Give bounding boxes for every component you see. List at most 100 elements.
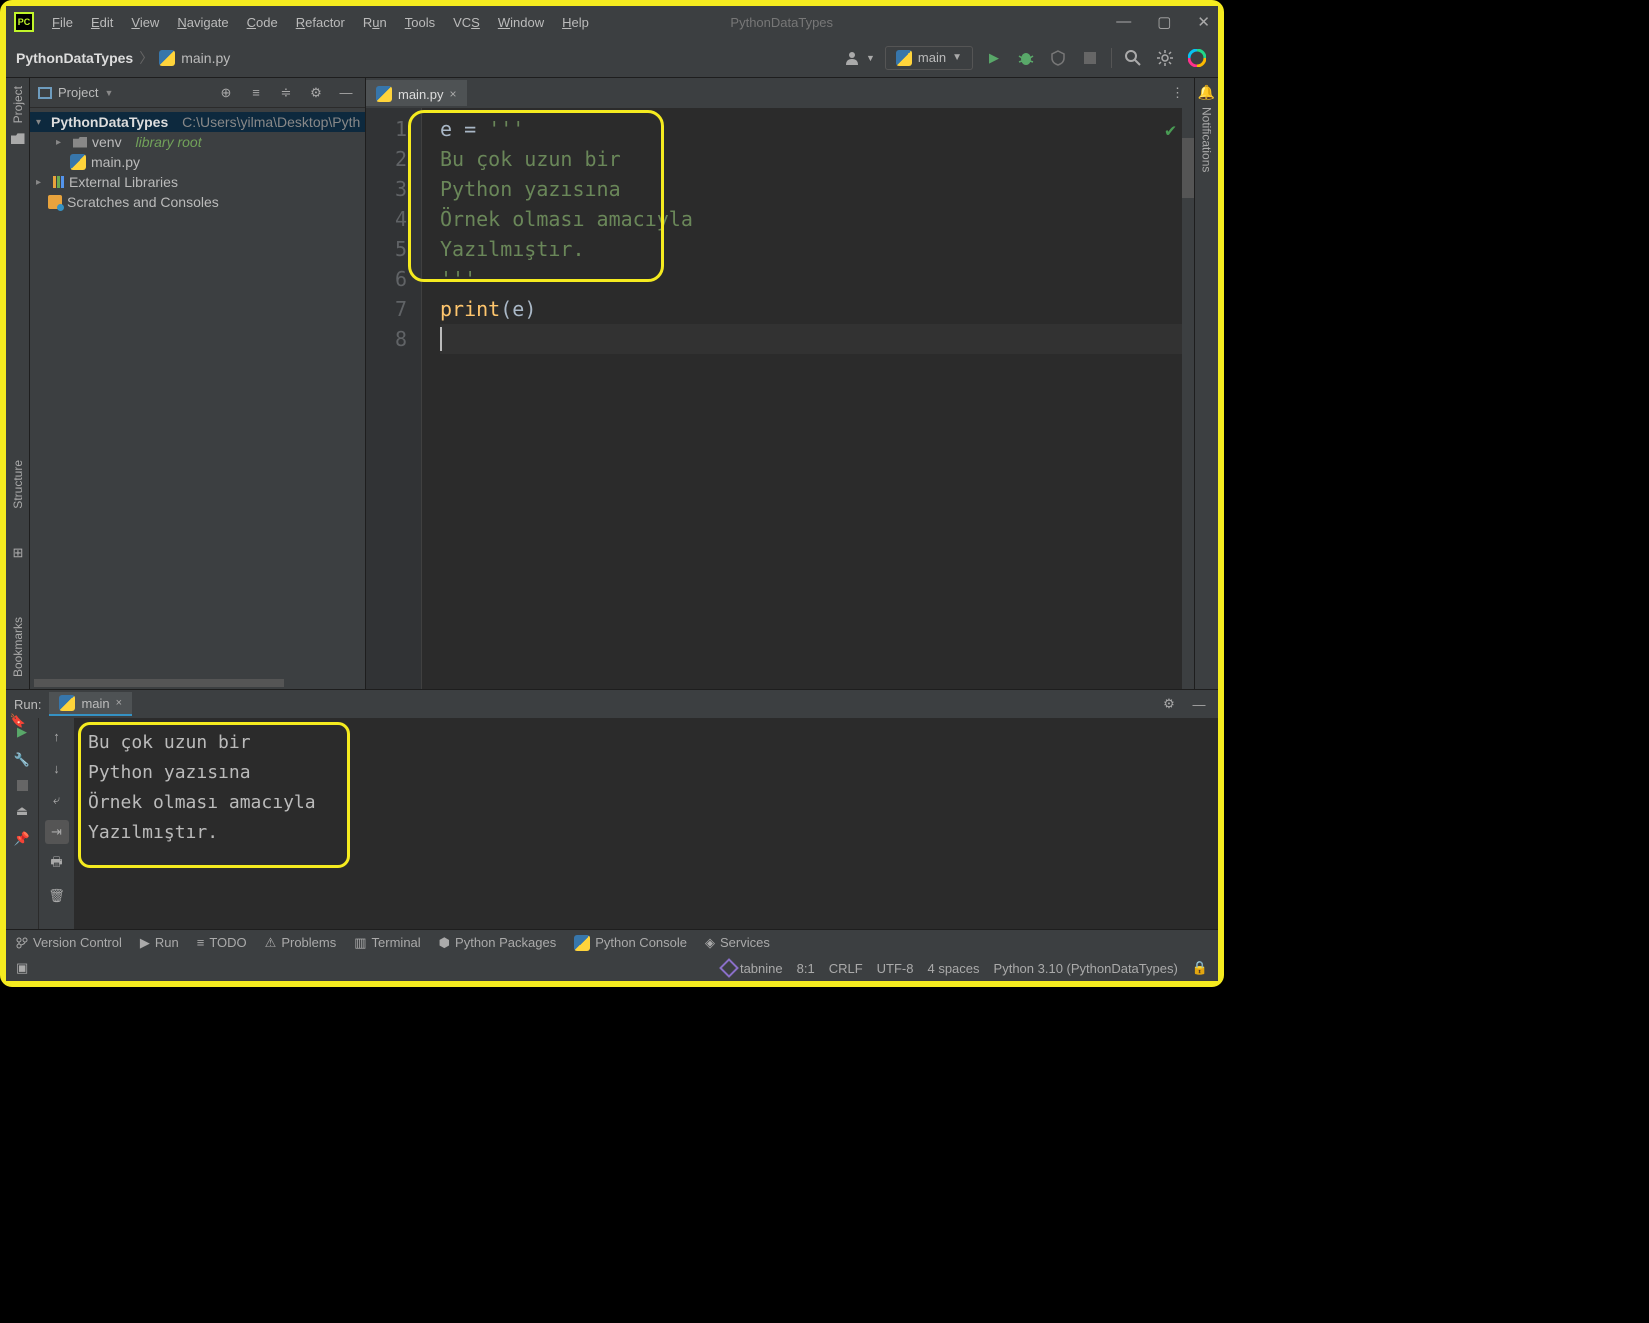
navigation-bar: PythonDataTypes 〉 main.py ▼ main ▼ ▶: [6, 38, 1218, 78]
down-stack-button[interactable]: ↓: [45, 756, 69, 780]
breadcrumb-file[interactable]: main.py: [181, 50, 230, 66]
maximize-button[interactable]: ▢: [1157, 13, 1171, 31]
tree-scratches[interactable]: Scratches and Consoles: [30, 192, 365, 212]
run-tool-window: Run: main × ⚙ — ▶ 🔧 ⏏ 📌 ↑ ↓ ⤶ ⇥: [6, 689, 1218, 929]
hide-panel-button[interactable]: —: [335, 85, 357, 100]
tool-windows-icon[interactable]: ▣: [16, 960, 28, 976]
menu-help[interactable]: Help: [562, 15, 589, 30]
notifications-tool-button[interactable]: Notifications: [1200, 107, 1214, 172]
editor-scrollbar[interactable]: [1182, 108, 1194, 689]
run-with-coverage-button[interactable]: [1047, 47, 1069, 69]
breadcrumb: PythonDataTypes 〉 main.py: [16, 48, 230, 68]
debug-button[interactable]: [1015, 47, 1037, 69]
search-everywhere-button[interactable]: [1122, 47, 1144, 69]
todo-tool-button[interactable]: ≡ TODO: [197, 935, 247, 950]
jetbrains-toolbox-icon[interactable]: [1186, 47, 1208, 69]
title-bar: PC File Edit View Navigate Code Refactor…: [6, 6, 1218, 38]
python-file-icon: [159, 50, 175, 66]
python-packages-button[interactable]: ⬢ Python Packages: [439, 935, 557, 951]
lock-icon[interactable]: 🔒: [1192, 960, 1208, 976]
menu-tools[interactable]: Tools: [405, 15, 435, 30]
right-tool-rail: 🔔 Notifications: [1194, 78, 1218, 689]
editor-tab-options[interactable]: ⋮: [1171, 85, 1184, 101]
settings-button[interactable]: [1154, 47, 1176, 69]
menu-file[interactable]: File: [52, 15, 73, 30]
soft-wrap-button[interactable]: ⤶: [45, 788, 69, 812]
file-encoding[interactable]: UTF-8: [877, 961, 914, 976]
tree-external-libraries[interactable]: ▸ External Libraries: [30, 172, 365, 192]
project-tool-button[interactable]: Project: [11, 86, 25, 123]
run-console-output[interactable]: Bu çok uzun bir Python yazısına Örnek ol…: [74, 718, 1218, 929]
menu-view[interactable]: View: [131, 15, 159, 30]
editor-tab-main[interactable]: main.py ×: [366, 80, 467, 106]
close-icon[interactable]: ×: [116, 697, 122, 709]
problems-tool-button[interactable]: ⚠ Problems: [265, 935, 337, 951]
menu-code[interactable]: Code: [247, 15, 278, 30]
minimize-button[interactable]: —: [1116, 13, 1131, 31]
menu-bar: File Edit View Navigate Code Refactor Ru…: [52, 15, 589, 30]
scratches-icon: [48, 195, 62, 209]
exit-button[interactable]: ⏏: [16, 803, 28, 819]
python-icon: [896, 50, 912, 66]
tabnine-widget[interactable]: tabnine: [722, 961, 783, 976]
panel-settings-button[interactable]: ⚙: [305, 85, 327, 101]
up-stack-button[interactable]: ↑: [45, 724, 69, 748]
scroll-to-end-button[interactable]: ⇥: [45, 820, 69, 844]
user-dropdown[interactable]: ▼: [845, 51, 875, 65]
interpreter-widget[interactable]: Python 3.10 (PythonDataTypes): [994, 961, 1178, 976]
menu-edit[interactable]: Edit: [91, 15, 113, 30]
print-button[interactable]: 🖶: [45, 852, 69, 876]
wrench-icon[interactable]: 🔧: [14, 752, 30, 768]
gutter: 12345678: [366, 108, 422, 689]
breadcrumb-root[interactable]: PythonDataTypes: [16, 50, 133, 66]
pin-button[interactable]: 📌: [14, 831, 30, 847]
bookmark-icon[interactable]: 🔖: [10, 713, 26, 729]
pycharm-icon: PC: [14, 12, 34, 32]
structure-tool-button[interactable]: Structure: [11, 460, 25, 509]
run-tool-button[interactable]: ▶ Run: [140, 935, 179, 951]
scrollbar-horizontal[interactable]: [34, 679, 284, 687]
tree-main-py[interactable]: main.py: [30, 152, 365, 172]
menu-window[interactable]: Window: [498, 15, 544, 30]
collapse-all-button[interactable]: ≑: [275, 85, 297, 101]
code-editor[interactable]: 12345678 ✔ e = ''' Bu çok uzun bir Pytho…: [366, 108, 1194, 689]
inspection-ok-icon[interactable]: ✔: [1165, 116, 1176, 146]
python-file-icon: [376, 86, 392, 102]
project-panel: Project ▼ ⊕ ≡ ≑ ⚙ — ▾ PythonDataTypes C:…: [30, 78, 366, 689]
stop-button[interactable]: [1079, 47, 1101, 69]
run-tab-main[interactable]: main ×: [49, 692, 132, 716]
bookmarks-tool-button[interactable]: Bookmarks: [11, 617, 25, 677]
close-tab-icon[interactable]: ×: [450, 87, 457, 101]
libraries-icon: [53, 176, 64, 188]
bottom-tool-bar: Version Control ▶ Run ≡ TODO ⚠ Problems …: [6, 929, 1218, 955]
run-button[interactable]: ▶: [983, 47, 1005, 69]
menu-run[interactable]: Run: [363, 15, 387, 30]
close-button[interactable]: ✕: [1197, 13, 1210, 31]
project-view-selector[interactable]: Project ▼: [38, 85, 113, 100]
menu-vcs[interactable]: VCS: [453, 15, 480, 30]
version-control-button[interactable]: Version Control: [16, 935, 122, 950]
select-opened-file-button[interactable]: ⊕: [215, 85, 237, 101]
python-console-button[interactable]: Python Console: [574, 935, 687, 951]
structure-icon[interactable]: ⊞: [13, 545, 24, 561]
expand-all-button[interactable]: ≡: [245, 85, 267, 100]
run-config-selector[interactable]: main ▼: [885, 46, 973, 70]
run-settings-button[interactable]: ⚙: [1158, 693, 1180, 715]
tree-venv[interactable]: ▸ venv library root: [30, 132, 365, 152]
python-icon: [59, 695, 75, 711]
folder-icon: [73, 137, 87, 148]
clear-all-button[interactable]: 🗑: [45, 884, 69, 908]
folder-icon[interactable]: [11, 133, 25, 144]
line-separator[interactable]: CRLF: [829, 961, 863, 976]
services-tool-button[interactable]: ◈ Services: [705, 935, 770, 951]
caret-position[interactable]: 8:1: [797, 961, 815, 976]
notifications-icon[interactable]: 🔔: [1198, 84, 1215, 101]
terminal-tool-button[interactable]: ▥ Terminal: [354, 935, 420, 951]
menu-refactor[interactable]: Refactor: [296, 15, 345, 30]
indent-widget[interactable]: 4 spaces: [927, 961, 979, 976]
hide-run-button[interactable]: —: [1188, 693, 1210, 715]
tree-root[interactable]: ▾ PythonDataTypes C:\Users\yilma\Desktop…: [30, 112, 365, 132]
editor-tabs: main.py × ⋮: [366, 78, 1194, 108]
menu-navigate[interactable]: Navigate: [177, 15, 228, 30]
stop-button[interactable]: [17, 780, 28, 791]
